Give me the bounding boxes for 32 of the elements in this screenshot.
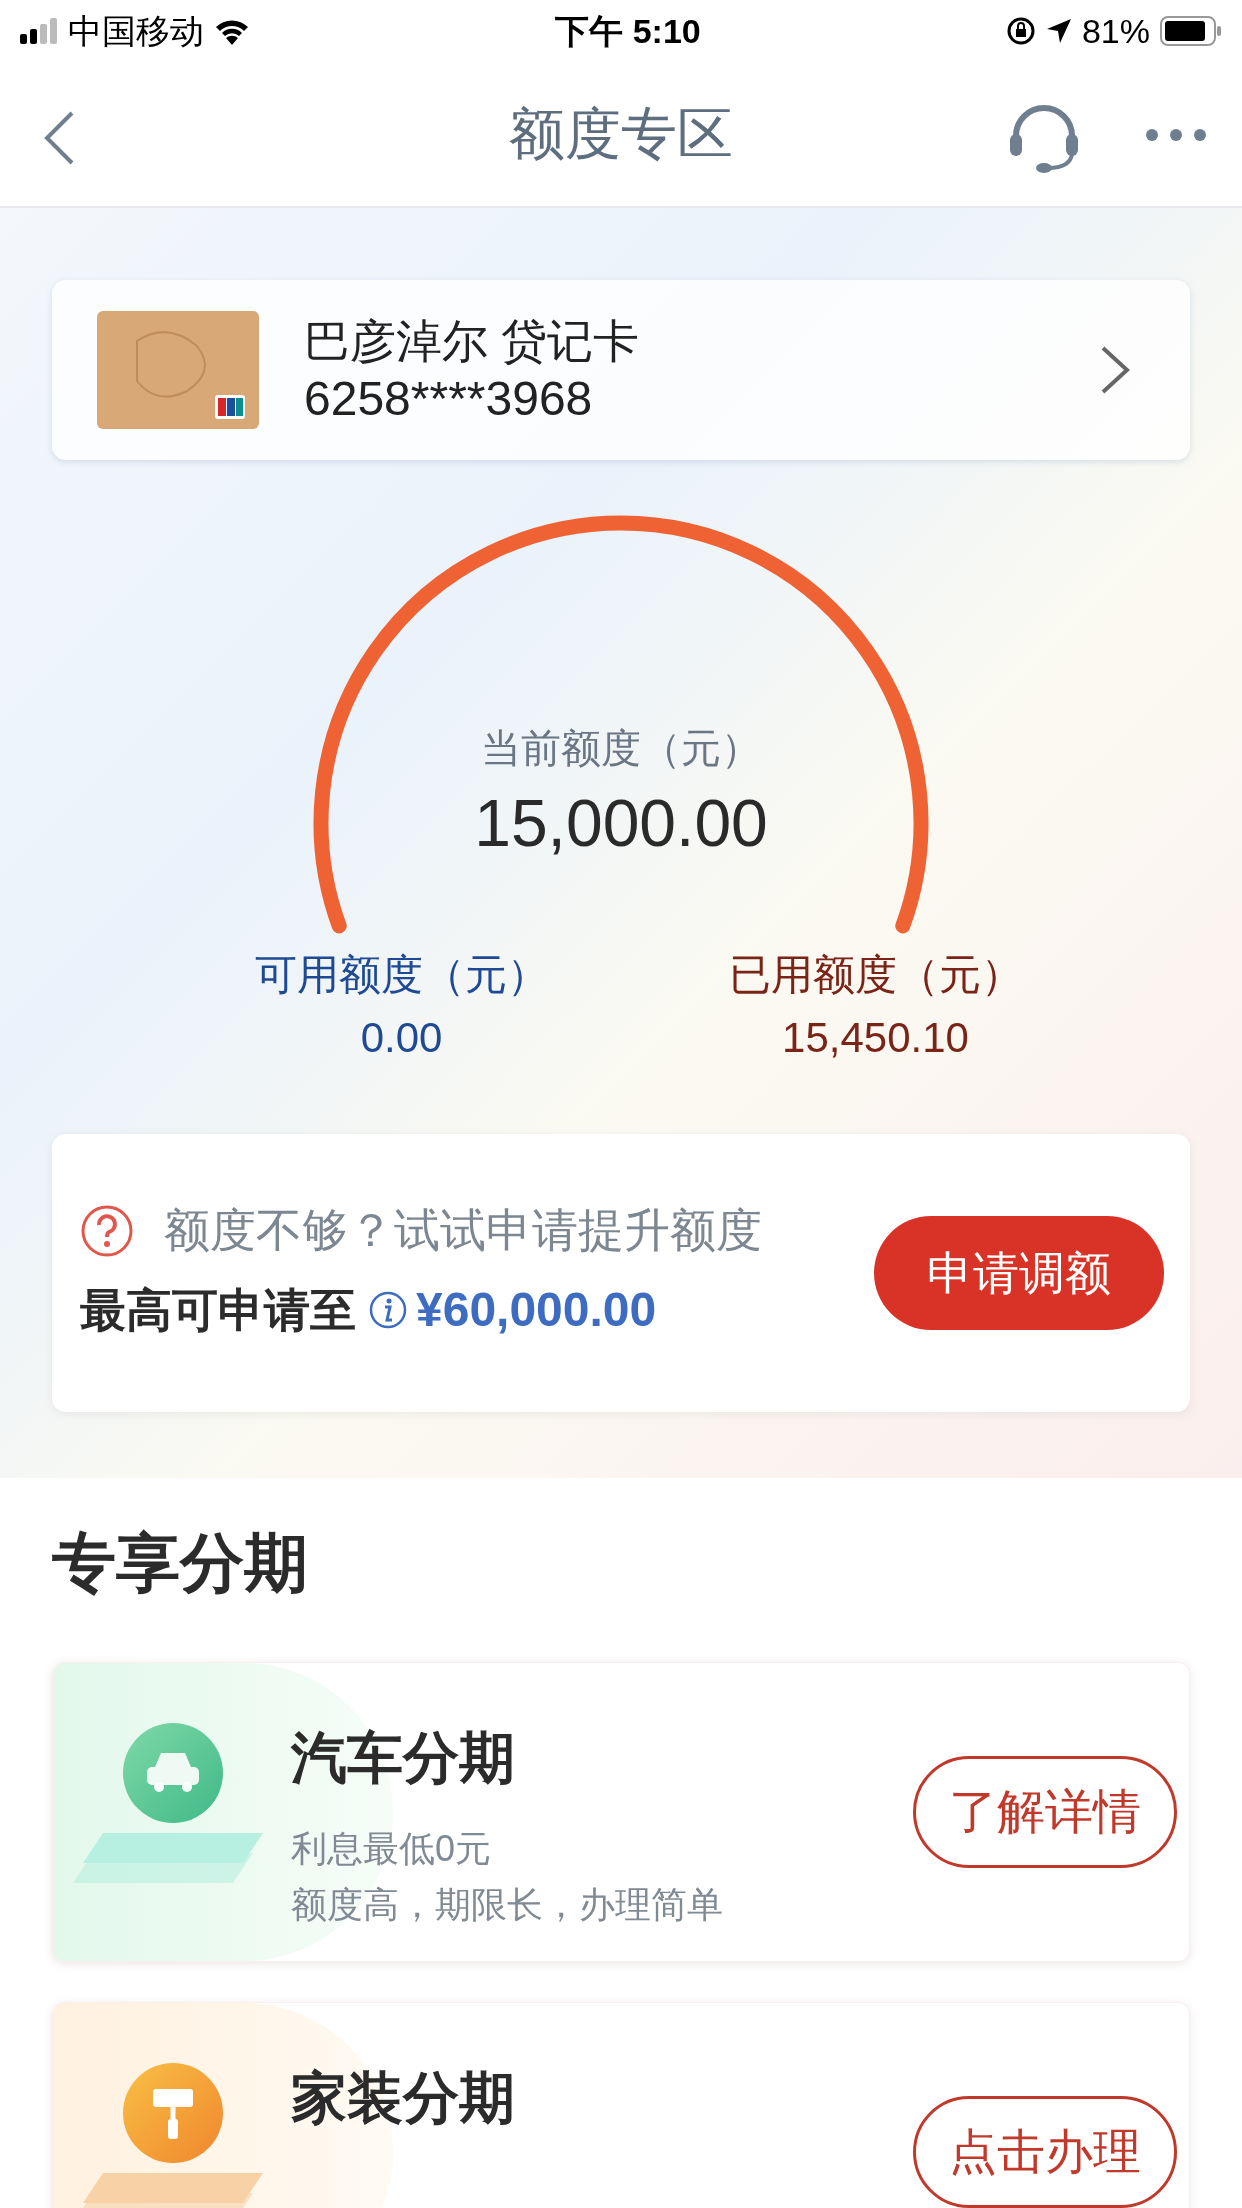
section-title: 专享分期 xyxy=(52,1526,309,1601)
question-icon xyxy=(80,1204,134,1258)
status-time: 下午 5:10 xyxy=(555,10,701,52)
carrier-name: 中国移动 xyxy=(68,10,204,52)
installment-button[interactable]: 点击办理 xyxy=(913,2096,1177,2208)
chevron-right-icon xyxy=(1100,345,1130,395)
apply-adjust-button[interactable]: 申请调额 xyxy=(874,1216,1164,1330)
installment-description: 利息最低0元 xyxy=(291,1827,493,1871)
available-label: 可用额度（元） xyxy=(254,950,549,1000)
installment-button[interactable]: 了解详情 xyxy=(913,1756,1177,1868)
installment-description: 额度高，期限长，办理简单 xyxy=(291,1883,724,1927)
battery-percent: 81% xyxy=(1081,10,1150,52)
more-icon[interactable] xyxy=(1145,128,1207,142)
page-title: 额度专区 xyxy=(509,101,733,167)
available-amount: 0.00 xyxy=(360,1013,443,1063)
installment-title: 家装分期 xyxy=(291,2065,516,2131)
installment-title: 汽车分期 xyxy=(291,1725,516,1791)
used-amount: 15,450.10 xyxy=(782,1013,969,1063)
card-number: 6258****3968 xyxy=(304,371,594,427)
raise-prompt: 额度不够？试试申请提升额度 xyxy=(164,1203,763,1258)
max-limit-amount: ¥60,000.00 xyxy=(416,1282,657,1338)
rotation-lock-icon xyxy=(1005,16,1036,46)
signal-icon xyxy=(20,18,58,44)
limit-amount: 15,000.00 xyxy=(474,785,768,862)
gauge-label: 当前额度（元） xyxy=(481,725,761,772)
info-icon[interactable] xyxy=(368,1290,408,1330)
max-limit-label: 最高可申请至 xyxy=(80,1282,356,1338)
bank-card-row[interactable]: 巴彦淖尔 贷记卡 6258****3968 xyxy=(52,280,1190,460)
battery-icon xyxy=(1160,16,1222,46)
location-arrow-icon xyxy=(1045,18,1072,44)
card-name: 巴彦淖尔 贷记卡 xyxy=(304,314,640,369)
used-label: 已用额度（元） xyxy=(728,950,1023,1000)
